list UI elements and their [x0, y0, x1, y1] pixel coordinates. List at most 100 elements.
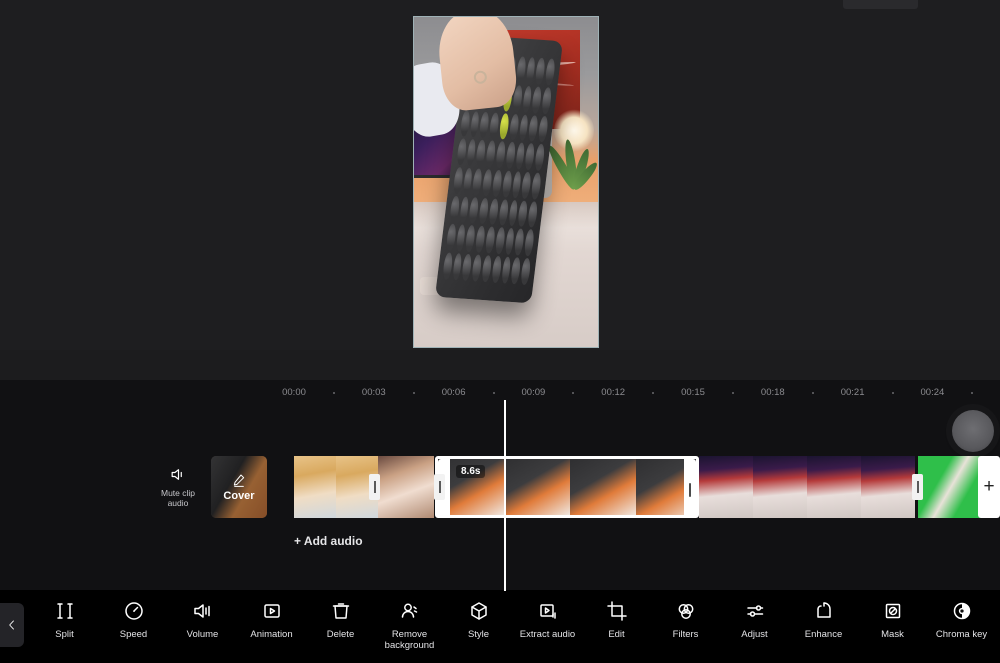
keyboard-key	[521, 85, 533, 113]
clip-desk[interactable]	[699, 456, 915, 518]
keyboard-key	[500, 256, 512, 284]
extract-audio-icon	[535, 598, 561, 624]
clip-strip[interactable]: 8.6s +	[294, 456, 1000, 518]
ruler-tick: 00:24	[920, 387, 945, 398]
keyboard-key	[471, 254, 483, 282]
keyboard-key	[534, 57, 546, 85]
ruler-dot	[731, 392, 734, 394]
timeline-ruler[interactable]: 00:00 00:03 00:06 00:09 00:12 00:15 00:18 00:21…	[0, 380, 1000, 406]
speaker-icon	[171, 469, 182, 481]
filmstrip-frame	[570, 459, 636, 515]
ruler-dot	[332, 392, 335, 394]
keyboard-key	[523, 229, 535, 257]
keyboard-key	[458, 195, 470, 223]
ruler-tick: 00:09	[521, 387, 546, 398]
keyboard-key	[491, 169, 503, 197]
tool-label: Adjust	[741, 629, 768, 640]
tool-label: Animation	[250, 629, 293, 640]
cover-button[interactable]: Cover	[211, 456, 267, 518]
tool-split[interactable]: Split	[30, 598, 99, 641]
selected-clip[interactable]: 8.6s	[435, 456, 699, 518]
tool-volume[interactable]: Volume	[168, 598, 237, 641]
playhead[interactable]	[504, 400, 506, 591]
keyboard-key	[527, 114, 539, 142]
filmstrip-frame	[918, 456, 984, 518]
pencil-icon	[233, 474, 245, 487]
tool-label: Edit	[608, 629, 625, 640]
keyboard-key	[459, 109, 471, 137]
keyboard-key	[526, 200, 539, 228]
keyboard-key	[501, 170, 513, 198]
mute-clip-audio-button[interactable]: Mute clip audio	[152, 456, 204, 518]
ruler-dot	[891, 392, 894, 394]
tool-label: Remove background	[384, 629, 435, 651]
tool-style[interactable]: Style	[444, 598, 513, 641]
adjust-icon	[742, 598, 768, 624]
filmstrip-frame	[294, 456, 336, 518]
filmstrip-frame	[753, 456, 807, 518]
clip-greenscreen[interactable]	[918, 456, 984, 518]
keyboard-key	[475, 139, 487, 167]
clip-cat[interactable]	[294, 456, 378, 518]
keyboard-key	[520, 257, 532, 285]
clip-dog[interactable]	[378, 456, 434, 518]
keyboard-key	[487, 197, 499, 225]
tool-label: Split	[55, 629, 74, 640]
keyboard-key	[504, 141, 516, 169]
speed-icon	[121, 598, 147, 624]
tool-remove-background[interactable]: Remove background	[375, 598, 444, 652]
ruler-dot	[652, 392, 655, 394]
add-audio-label: + Add audio	[294, 534, 363, 548]
keyboard-key	[497, 198, 509, 226]
video-preview[interactable]	[413, 16, 599, 348]
tool-edit[interactable]: Edit	[582, 598, 651, 641]
tool-label: Delete	[326, 629, 355, 640]
keyboard-key	[513, 228, 525, 256]
ruler-dot	[412, 392, 415, 394]
tool-filters[interactable]: Filters	[651, 598, 720, 641]
tool-label: Enhance	[804, 629, 843, 640]
tool-extract-audio[interactable]: Extract audio	[513, 598, 582, 641]
keyboard-key	[484, 226, 496, 254]
ruler-tick: 00:06	[441, 387, 466, 398]
keyboard-key	[537, 115, 549, 143]
tool-label: Extract audio	[519, 629, 576, 640]
keyboard-key	[488, 111, 500, 139]
cover-label: Cover	[223, 490, 255, 502]
keyboard-key	[465, 139, 477, 167]
keyboard-key	[452, 166, 464, 194]
collapse-toolbar-button[interactable]	[0, 603, 24, 647]
delete-icon	[328, 598, 354, 624]
ruler-tick: 00:18	[760, 387, 785, 398]
keyboard-key	[515, 56, 527, 84]
add-clip-button[interactable]: +	[978, 456, 1000, 518]
tool-mask[interactable]: Mask	[858, 598, 927, 641]
transition-marker[interactable]	[434, 474, 445, 500]
keyboard-key	[455, 224, 467, 252]
tool-enhance[interactable]: Enhance	[789, 598, 858, 641]
tool-label: Volume	[186, 629, 219, 640]
keyboard-key	[480, 254, 492, 282]
transition-marker[interactable]	[369, 474, 380, 500]
keyboard-key	[462, 167, 474, 195]
tool-speed[interactable]: Speed	[99, 598, 168, 641]
keyboard-key	[503, 227, 515, 255]
keyboard-key	[517, 199, 529, 227]
jog-dial[interactable]	[952, 410, 994, 452]
tool-animation[interactable]: Animation	[237, 598, 306, 641]
tool-chroma-key[interactable]: Chroma key	[927, 598, 996, 641]
trim-handle-right[interactable]	[684, 459, 696, 515]
keyboard-key	[524, 143, 536, 171]
ruler-dot	[492, 392, 495, 394]
keyboard-key	[494, 141, 506, 169]
keyboard-key	[461, 253, 473, 281]
transition-marker[interactable]	[912, 474, 923, 500]
tool-label: Style	[467, 629, 490, 640]
scene-plant	[546, 103, 598, 192]
add-audio-button[interactable]: + Add audio	[294, 528, 363, 554]
split-icon	[52, 598, 78, 624]
tool-adjust[interactable]: Adjust	[720, 598, 789, 641]
tool-delete[interactable]: Delete	[306, 598, 375, 641]
remove-background-icon	[397, 598, 423, 624]
keyboard-key	[455, 138, 467, 166]
